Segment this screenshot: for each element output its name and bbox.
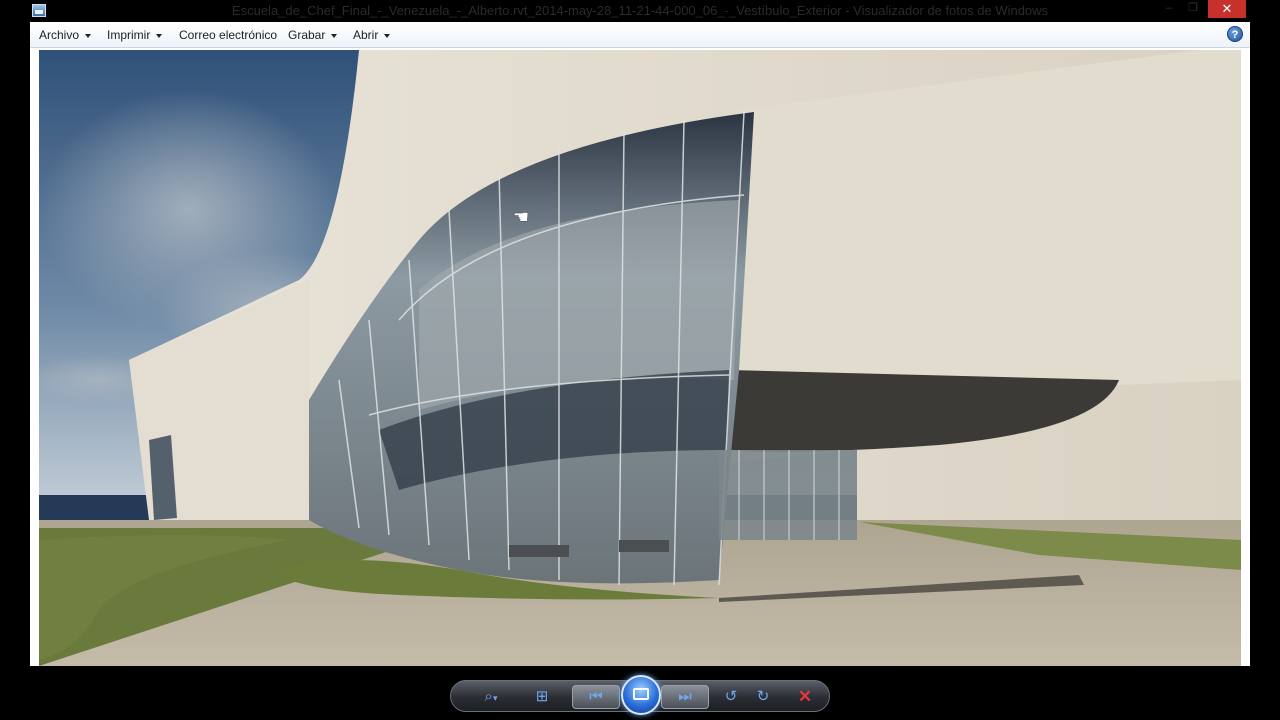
menu-grabar[interactable]: Grabar [288,28,338,42]
maximize-button[interactable]: ❐ [1182,0,1204,18]
menu-archivo[interactable]: Archivo [39,28,92,42]
chevron-down-icon [384,33,391,38]
magnifier-icon[interactable]: ⌕▾ [475,686,507,708]
chevron-down-icon [85,33,92,38]
zoom-glyph: ⌕ [484,688,493,705]
menu-abrir-label: Abrir [353,28,379,42]
menu-abrir[interactable]: Abrir [353,28,391,42]
previous-icon: ⏮ [589,688,603,705]
chevron-down-icon [156,33,163,38]
next-icon: ⏭ [678,688,692,705]
menu-bar: Archivo Imprimir Correo electrónico Grab… [30,22,1250,48]
help-icon[interactable]: ? [1227,26,1243,42]
viewer-controls: ⌕▾ ⊞ ⏮ ⏭ ↺ ↻ ✕ [450,675,830,715]
menu-correo-electronico[interactable]: Correo electrónico [179,28,277,42]
menu-correo-label: Correo electrónico [179,28,278,42]
rotate-counterclockwise-icon[interactable]: ↺ [719,686,743,708]
delete-icon[interactable]: ✕ [793,686,817,708]
menu-grabar-label: Grabar [288,28,326,42]
rotate-clockwise-icon[interactable]: ↻ [751,686,775,708]
chevron-down-icon [331,33,338,38]
architectural-render-image[interactable] [39,50,1241,666]
hand-pointer-icon: ☚ [513,207,530,227]
menu-imprimir[interactable]: Imprimir [107,28,163,42]
previous-button[interactable]: ⏮ [572,685,620,709]
fit-window-icon[interactable]: ⊞ [530,686,554,708]
menu-imprimir-label: Imprimir [107,28,151,42]
menu-archivo-label: Archivo [39,28,80,42]
slideshow-button[interactable] [621,675,661,715]
title-bar: Escuela_de_Chef_Final_-_Venezuela_-_Albe… [0,0,1280,22]
window-title: Escuela_de_Chef_Final_-_Venezuela_-_Albe… [231,3,1049,18]
close-button[interactable]: ✕ [1208,0,1246,18]
minimize-button[interactable]: – [1158,0,1180,18]
chevron-down-icon: ▾ [492,693,498,703]
slideshow-icon [633,688,649,700]
next-button[interactable]: ⏭ [661,685,709,709]
image-viewer [30,48,1250,666]
